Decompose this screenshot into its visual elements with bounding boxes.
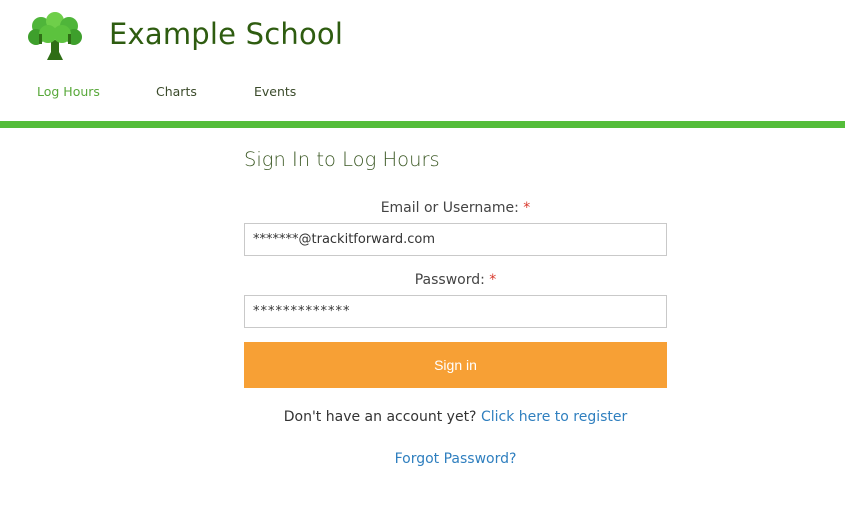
register-line: Don't have an account yet? Click here to… xyxy=(244,409,667,425)
password-field[interactable] xyxy=(244,295,667,328)
forgot-password-container: Forgot Password? xyxy=(244,451,667,467)
sign-in-button[interactable]: Sign in xyxy=(244,342,667,388)
email-label: Email or Username: * xyxy=(244,200,667,216)
email-label-text: Email or Username: xyxy=(380,200,519,216)
nav-charts[interactable]: Charts xyxy=(156,84,197,99)
register-link[interactable]: Click here to register xyxy=(481,409,627,425)
form-title: Sign In to Log Hours xyxy=(244,148,440,171)
main-nav: Log Hours Charts Events xyxy=(0,84,845,104)
nav-log-hours[interactable]: Log Hours xyxy=(37,84,100,99)
required-marker: * xyxy=(523,200,531,216)
nav-events[interactable]: Events xyxy=(254,84,296,99)
register-prompt: Don't have an account yet? xyxy=(283,409,477,425)
password-label: Password: * xyxy=(244,272,667,288)
email-field[interactable] xyxy=(244,223,667,256)
password-label-text: Password: xyxy=(414,272,485,288)
required-marker: * xyxy=(489,272,497,288)
forgot-password-link[interactable]: Forgot Password? xyxy=(395,451,517,467)
tree-logo-icon[interactable] xyxy=(27,12,83,62)
header-divider xyxy=(0,121,845,128)
header: Example School xyxy=(0,0,845,74)
school-name: Example School xyxy=(109,17,344,51)
